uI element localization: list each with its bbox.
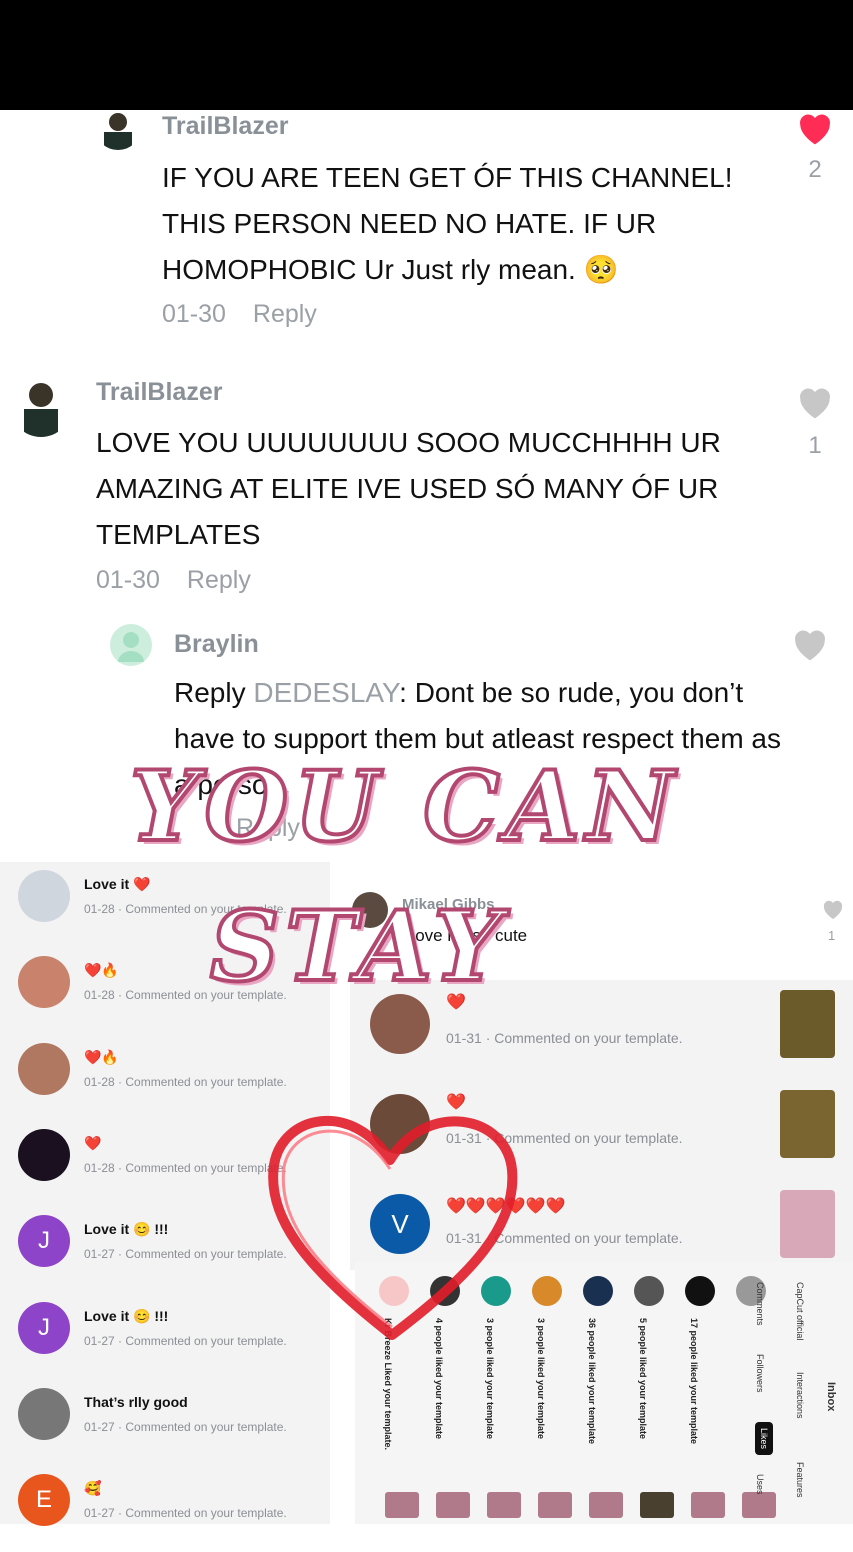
notification-item[interactable]: E 🥰 01-27 · Commented on your template. bbox=[0, 1466, 330, 1552]
tab-comments[interactable]: Comments bbox=[755, 1282, 765, 1326]
tab-interactions[interactable]: Interactions bbox=[795, 1372, 805, 1419]
avatar[interactable] bbox=[96, 110, 140, 150]
template-thumbnail[interactable] bbox=[436, 1492, 470, 1518]
avatar[interactable] bbox=[370, 994, 430, 1054]
notification-title: ❤️🔥 bbox=[84, 962, 119, 979]
avatar[interactable]: J bbox=[18, 1301, 70, 1354]
notification-item[interactable]: That’s rlly good 01-27 · Commented on you… bbox=[0, 1380, 330, 1466]
comment-2: TrailBlazer LOVE YOU UUUUUUUU SOOO MUCCH… bbox=[0, 370, 853, 610]
top-black-bar bbox=[0, 0, 853, 110]
template-thumbnail[interactable] bbox=[780, 990, 835, 1058]
reply-button[interactable]: Reply bbox=[253, 300, 317, 328]
decorative-heart-icon bbox=[262, 1105, 522, 1350]
comment-subtitle: 01-31 · Commented on your template. bbox=[446, 1030, 683, 1046]
heart-icon[interactable] bbox=[795, 110, 835, 151]
capcut-official-label[interactable]: CapCut official bbox=[795, 1282, 805, 1340]
like-notification[interactable]: 3 people liked your template bbox=[524, 1270, 572, 1520]
like-notification[interactable]: 5 people liked your template bbox=[626, 1270, 674, 1520]
notification-subtitle: 01-28 · Commented on your template. bbox=[84, 1074, 287, 1089]
avatar[interactable] bbox=[532, 1276, 562, 1306]
comment-text: IF YOU ARE TEEN GET ÓF THIS CHANNEL! THI… bbox=[162, 162, 733, 285]
notification-title: ❤️🔥 bbox=[84, 1048, 119, 1065]
notification-title: 🥰 bbox=[84, 1480, 102, 1497]
comment-author[interactable]: TrailBlazer bbox=[96, 378, 222, 407]
template-thumbnail[interactable] bbox=[780, 1190, 835, 1258]
heart-icon[interactable] bbox=[820, 898, 846, 925]
like-text: 5 people liked your template bbox=[638, 1318, 648, 1440]
template-thumbnail[interactable] bbox=[780, 1090, 835, 1158]
template-thumbnail[interactable] bbox=[385, 1492, 419, 1518]
template-thumbnail[interactable] bbox=[487, 1492, 521, 1518]
tab-features[interactable]: Features bbox=[795, 1462, 805, 1498]
reply-prefix: Reply bbox=[174, 677, 246, 708]
like-notification[interactable] bbox=[728, 1270, 776, 1520]
comment-author[interactable]: Braylin bbox=[174, 630, 259, 659]
comment-date: 01-30 bbox=[96, 566, 160, 594]
notification-title: That’s rlly good bbox=[84, 1393, 188, 1410]
reply-button[interactable]: Reply bbox=[187, 566, 251, 594]
like-text: 17 people liked your template bbox=[689, 1318, 699, 1445]
notification-title: Love it 😊 !!! bbox=[84, 1221, 169, 1238]
avatar[interactable]: J bbox=[18, 1215, 70, 1268]
notification-subtitle: 01-27 · Commented on your template. bbox=[84, 1419, 287, 1434]
notification-subtitle: 01-27 · Commented on your template. bbox=[84, 1247, 287, 1262]
tab-likes[interactable]: Likes bbox=[755, 1422, 773, 1456]
heart-icon[interactable] bbox=[790, 626, 830, 667]
notification-subtitle: 01-27 · Commented on your template. bbox=[84, 1333, 287, 1348]
avatar[interactable] bbox=[634, 1276, 664, 1306]
template-thumbnail[interactable] bbox=[538, 1492, 572, 1518]
like-notification[interactable]: 36 people liked your template bbox=[575, 1270, 623, 1520]
comment-author[interactable]: TrailBlazer bbox=[162, 112, 288, 141]
overlay-text-line2: STAY bbox=[208, 888, 508, 1005]
like-count: 1 bbox=[808, 432, 822, 459]
avatar[interactable]: E bbox=[18, 1474, 70, 1527]
like-count: 1 bbox=[828, 928, 836, 943]
avatar[interactable] bbox=[583, 1276, 613, 1306]
template-thumbnail[interactable] bbox=[640, 1492, 674, 1518]
avatar[interactable] bbox=[18, 956, 70, 1009]
template-thumbnail[interactable] bbox=[589, 1492, 623, 1518]
heart-icon[interactable] bbox=[795, 384, 835, 425]
overlay-text-line1: YOU CAN bbox=[128, 748, 680, 865]
comment-meta: 01-30 Reply bbox=[96, 566, 271, 595]
avatar[interactable] bbox=[18, 1387, 70, 1440]
comment-meta: 01-30 Reply bbox=[162, 300, 337, 329]
tab-uses[interactable]: Uses bbox=[755, 1474, 765, 1495]
like-text: 3 people liked your template bbox=[536, 1318, 546, 1440]
reply-to-user[interactable]: DEDESLAY bbox=[253, 677, 399, 708]
avatar[interactable] bbox=[110, 624, 152, 666]
notification-subtitle: 01-27 · Commented on your template. bbox=[84, 1506, 287, 1521]
avatar[interactable] bbox=[18, 870, 70, 922]
template-thumbnail[interactable] bbox=[691, 1492, 725, 1518]
notification-subtitle: 01-28 · Commented on your template. bbox=[84, 1160, 287, 1175]
like-text: 36 people liked your template bbox=[587, 1318, 597, 1445]
avatar[interactable] bbox=[18, 1042, 70, 1095]
like-notification[interactable]: 17 people liked your template bbox=[677, 1270, 725, 1520]
comment-1: TrailBlazer IF YOU ARE TEEN GET ÓF THIS … bbox=[0, 110, 853, 350]
notification-title: ❤️ bbox=[84, 1134, 102, 1151]
comment-text: LOVE YOU UUUUUUUU SOOO MUCCHHHH UR AMAZI… bbox=[96, 427, 721, 550]
template-thumbnail[interactable] bbox=[742, 1492, 776, 1518]
tab-followers[interactable]: Followers bbox=[755, 1354, 765, 1393]
avatar[interactable] bbox=[10, 375, 72, 437]
notification-title: Love it ❤️ bbox=[84, 876, 151, 892]
comment-date: 01-30 bbox=[162, 300, 226, 328]
avatar[interactable] bbox=[18, 1128, 70, 1181]
like-count: 2 bbox=[808, 156, 822, 183]
inbox-title[interactable]: Inbox bbox=[825, 1382, 837, 1411]
notification-title: Love it 😊 !!! bbox=[84, 1307, 169, 1324]
avatar[interactable] bbox=[685, 1276, 715, 1306]
